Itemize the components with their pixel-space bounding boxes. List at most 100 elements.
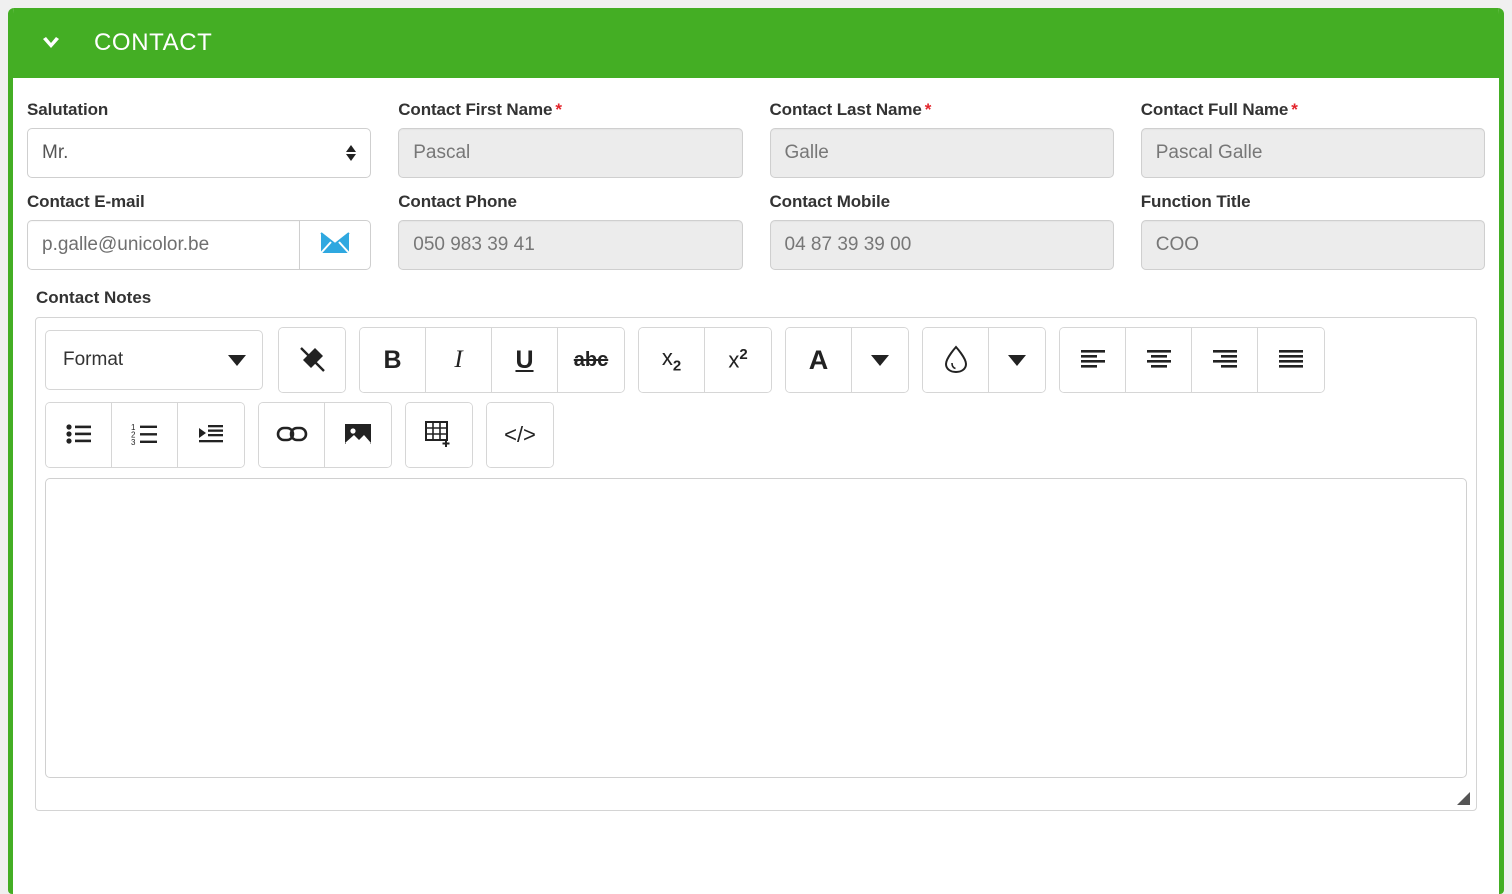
label-contact-first-name: Contact First Name * xyxy=(398,100,562,119)
bulleted-list-icon xyxy=(64,422,94,449)
align-justify-icon xyxy=(1276,347,1306,374)
increase-indent-icon xyxy=(196,422,226,449)
underline-button[interactable]: U xyxy=(492,328,558,392)
bold-button[interactable]: B xyxy=(360,328,426,392)
text-color-button[interactable]: A xyxy=(786,328,852,392)
background-color-button[interactable] xyxy=(923,328,989,392)
label-contact-phone: Contact Phone xyxy=(398,192,517,211)
insert-link-button[interactable] xyxy=(259,403,325,467)
contact-phone-input[interactable]: 050 983 39 41 xyxy=(398,220,743,270)
editor-toolbar-row-1: Format B I U abc x2 x2 A xyxy=(45,327,1467,393)
field-function-title: Function Title COO xyxy=(1140,192,1485,270)
bold-icon: B xyxy=(383,345,402,374)
align-center-button[interactable] xyxy=(1126,328,1192,392)
remove-format-icon xyxy=(297,344,327,377)
align-center-icon xyxy=(1144,347,1174,374)
contact-last-name-input[interactable]: Galle xyxy=(769,128,1114,178)
label-salutation: Salutation xyxy=(27,100,109,119)
numbered-list-icon: 1 2 3 xyxy=(130,422,160,449)
field-contact-full-name: Contact Full Name * Pascal Galle xyxy=(1140,100,1485,178)
bulleted-list-button[interactable] xyxy=(46,403,112,467)
align-justify-button[interactable] xyxy=(1258,328,1324,392)
contact-card-header[interactable]: CONTACT xyxy=(13,8,1499,78)
field-contact-email: Contact E-mail p.galle@unicolor.be xyxy=(27,192,372,270)
label-function-title: Function Title xyxy=(1140,192,1251,211)
label-contact-full-name: Contact Full Name * xyxy=(1140,100,1298,119)
label-contact-mobile: Contact Mobile xyxy=(769,192,891,211)
svg-text:3: 3 xyxy=(131,438,136,446)
label-contact-last-name: Contact Last Name * xyxy=(769,100,932,119)
link-icon xyxy=(276,424,308,447)
text-color-icon: A xyxy=(808,344,829,375)
strikethrough-icon: abc xyxy=(573,348,609,371)
contact-email-group: p.galle@unicolor.be xyxy=(27,220,372,270)
contact-mobile-input[interactable]: 04 87 39 39 00 xyxy=(769,220,1114,270)
send-email-button[interactable] xyxy=(299,220,372,270)
field-contact-first-name: Contact First Name * Pascal xyxy=(398,100,743,178)
droplet-icon xyxy=(943,344,969,377)
align-left-button[interactable] xyxy=(1060,328,1126,392)
chevron-down-icon xyxy=(871,354,889,366)
align-right-icon xyxy=(1210,347,1240,374)
subscript-button[interactable]: x2 xyxy=(639,328,705,392)
remove-format-button[interactable] xyxy=(279,328,345,392)
editor-toolbar-row-2: 1 2 3 </> xyxy=(45,402,1467,468)
text-color-dropdown[interactable] xyxy=(852,328,908,392)
subscript-icon: x2 xyxy=(661,345,682,375)
source-group: </> xyxy=(486,402,554,468)
label-contact-email: Contact E-mail xyxy=(27,192,145,211)
field-contact-mobile: Contact Mobile 04 87 39 39 00 xyxy=(769,192,1114,270)
contact-form-body: Salutation Mr. Contact First Name * Pasca… xyxy=(13,78,1499,894)
table-group xyxy=(405,402,473,468)
label-contact-notes: Contact Notes xyxy=(36,288,152,307)
alignment-group xyxy=(1059,327,1325,393)
salutation-select[interactable]: Mr. xyxy=(27,128,372,178)
align-left-icon xyxy=(1078,347,1108,374)
image-icon xyxy=(344,422,372,449)
field-salutation: Salutation Mr. xyxy=(27,100,372,178)
script-group: x2 x2 xyxy=(638,327,772,393)
contact-email-input[interactable]: p.galle@unicolor.be xyxy=(27,220,300,270)
list-group: 1 2 3 xyxy=(45,402,245,468)
required-marker: * xyxy=(924,100,932,119)
increase-indent-button[interactable] xyxy=(178,403,244,467)
source-code-button[interactable]: </> xyxy=(487,403,553,467)
spinner-arrows-icon xyxy=(344,143,358,163)
numbered-list-button[interactable]: 1 2 3 xyxy=(112,403,178,467)
field-contact-last-name: Contact Last Name * Galle xyxy=(769,100,1114,178)
contact-first-name-input[interactable]: Pascal xyxy=(398,128,743,178)
code-icon: </> xyxy=(504,422,536,447)
text-color-group: A xyxy=(785,327,909,393)
insert-table-button[interactable] xyxy=(406,403,472,467)
chevron-down-icon xyxy=(1008,354,1026,366)
contact-full-name-input[interactable]: Pascal Galle xyxy=(1140,128,1485,178)
italic-button[interactable]: I xyxy=(426,328,492,392)
notes-editor-area[interactable] xyxy=(45,478,1467,778)
function-title-input[interactable]: COO xyxy=(1140,220,1485,270)
superscript-button[interactable]: x2 xyxy=(705,328,771,392)
italic-icon: I xyxy=(454,346,463,373)
required-marker: * xyxy=(1291,100,1298,119)
remove-format-group xyxy=(278,327,346,393)
required-marker: * xyxy=(555,100,562,119)
table-icon xyxy=(424,420,454,451)
envelope-icon xyxy=(320,231,350,259)
insert-image-button[interactable] xyxy=(325,403,391,467)
chevron-down-icon[interactable] xyxy=(38,30,64,56)
chevron-down-icon xyxy=(228,354,246,366)
format-select-value: Format xyxy=(63,349,124,370)
align-right-button[interactable] xyxy=(1192,328,1258,392)
background-color-group xyxy=(922,327,1046,393)
format-select[interactable]: Format xyxy=(45,330,263,390)
rich-text-editor: Format B I U abc x2 x2 A 1 2 3 </> xyxy=(35,317,1477,811)
resize-handle-icon[interactable] xyxy=(1457,792,1470,805)
underline-icon: U xyxy=(515,345,534,374)
text-style-group: B I U abc xyxy=(359,327,625,393)
background-color-dropdown[interactable] xyxy=(989,328,1045,392)
insert-group xyxy=(258,402,392,468)
field-contact-phone: Contact Phone 050 983 39 41 xyxy=(398,192,743,270)
contact-field-grid: Salutation Mr. Contact First Name * Pasca… xyxy=(27,100,1485,284)
contact-card: CONTACT Salutation Mr. Contact First Nam… xyxy=(8,8,1504,894)
strikethrough-button[interactable]: abc xyxy=(558,328,624,392)
superscript-icon: x2 xyxy=(728,346,748,373)
